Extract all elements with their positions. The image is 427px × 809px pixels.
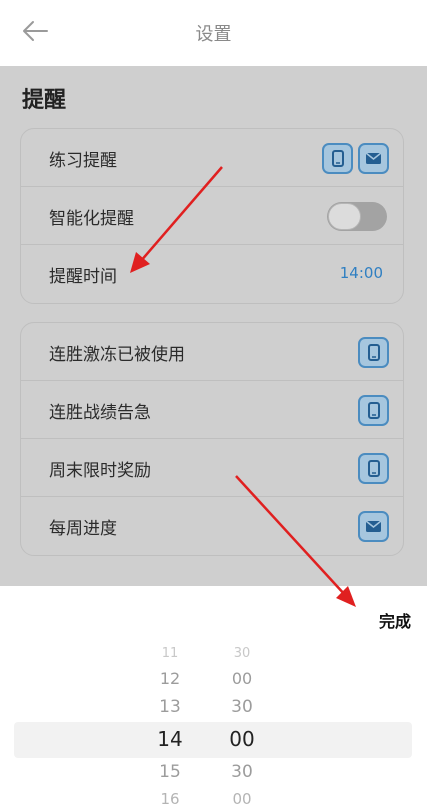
row-streak-alert[interactable]: 连胜战绩告急 [21,381,403,439]
minute-cell[interactable]: 30 [212,762,272,782]
phone-icon[interactable] [358,337,389,368]
phone-icon[interactable] [358,395,389,426]
minute-cell[interactable]: 00 [212,790,272,808]
minute-cell[interactable]: 30 [212,646,272,661]
mail-icon[interactable] [358,511,389,542]
row-label: 每周进度 [49,519,117,539]
hour-cell[interactable]: 16 [140,790,200,808]
picker-row-selected[interactable]: 14 00 [0,727,427,755]
picker-row[interactable]: 12 00 [0,669,427,697]
hour-cell-selected[interactable]: 14 [140,727,200,751]
hour-cell[interactable]: 11 [140,646,200,661]
done-button[interactable]: 完成 [379,608,411,632]
row-label: 连胜激冻已被使用 [49,345,185,365]
row-label: 智能化提醒 [49,209,134,229]
row-smart-reminder[interactable]: 智能化提醒 [21,187,403,245]
reminder-card: 练习提醒 智能化提醒 提醒时间 14:00 [20,128,404,304]
page-title: 设置 [195,24,232,45]
row-practice-reminder[interactable]: 练习提醒 [21,129,403,187]
row-weekend-reward[interactable]: 周末限时奖励 [21,439,403,497]
row-label: 连胜战绩告急 [49,403,151,423]
row-label: 提醒时间 [49,267,117,287]
picker-row[interactable]: 15 30 [0,762,427,790]
phone-icon[interactable] [322,143,353,174]
settings-overlay[interactable]: 提醒 练习提醒 智能化提醒 提醒时间 14:00 连胜激冻已被使用 连胜战绩告急… [0,66,427,586]
hour-cell[interactable]: 13 [140,697,200,717]
row-label: 周末限时奖励 [49,461,151,481]
minute-cell[interactable]: 30 [212,697,272,717]
minute-cell[interactable]: 00 [212,669,272,688]
reminder-time-value[interactable]: 14:00 [340,264,383,282]
top-bar: 设置 [0,0,427,66]
picker-row[interactable]: 13 30 [0,697,427,725]
mail-icon[interactable] [358,143,389,174]
minute-cell-selected[interactable]: 00 [212,727,272,751]
time-picker[interactable]: 11 30 12 00 13 30 14 00 15 30 16 00 [0,640,427,809]
picker-row[interactable]: 16 00 [0,790,427,809]
row-label: 练习提醒 [49,151,117,171]
smart-reminder-toggle[interactable] [327,202,387,231]
row-reminder-time[interactable]: 提醒时间 14:00 [21,245,403,303]
row-streak-freeze-used[interactable]: 连胜激冻已被使用 [21,323,403,381]
notification-card: 连胜激冻已被使用 连胜战绩告急 周末限时奖励 每周进度 [20,322,404,556]
section-title-reminder: 提醒 [22,88,67,113]
hour-cell[interactable]: 15 [140,762,200,782]
toggle-knob [328,203,361,230]
phone-icon[interactable] [358,453,389,484]
hour-cell[interactable]: 12 [140,669,200,688]
row-weekly-progress[interactable]: 每周进度 [21,497,403,555]
